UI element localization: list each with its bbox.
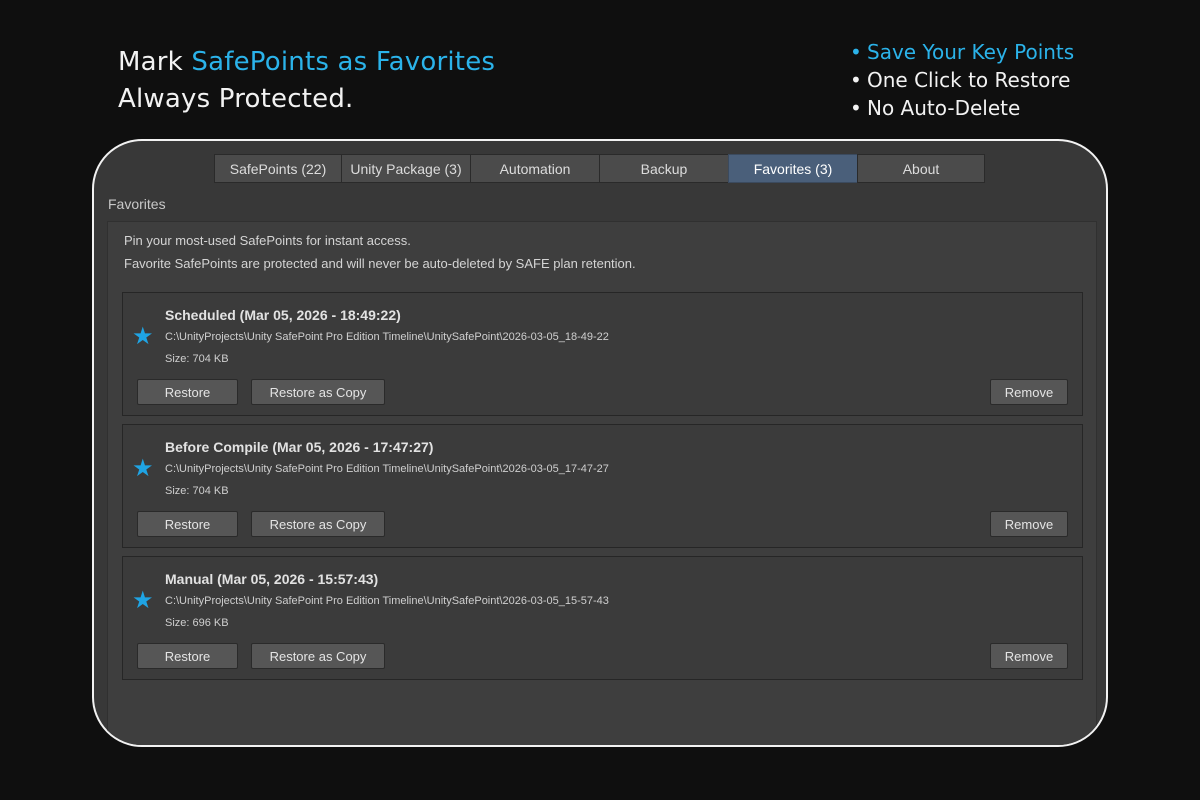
feature-bullet: • Save Your Key Points <box>850 38 1074 66</box>
restore-button[interactable]: Restore <box>137 511 238 537</box>
tab-backup[interactable]: Backup <box>599 154 728 183</box>
restore-button[interactable]: Restore <box>137 643 238 669</box>
tab-automation[interactable]: Automation <box>470 154 599 183</box>
tab-about[interactable]: About <box>857 154 985 183</box>
star-icon[interactable]: ★ <box>132 456 156 480</box>
feature-bullets: • Save Your Key Points • One Click to Rest… <box>850 38 1074 122</box>
headline-accent: SafePoints as Favorites <box>191 47 496 77</box>
restore-as-copy-button[interactable]: Restore as Copy <box>251 643 385 669</box>
bullet-icon: • <box>850 96 862 120</box>
favorite-card: ★ Scheduled (Mar 05, 2026 - 18:49:22) C:… <box>122 292 1083 416</box>
description-line2: Favorite SafePoints are protected and wi… <box>124 256 636 271</box>
tab-safepoints[interactable]: SafePoints (22) <box>214 154 341 183</box>
section-title: Favorites <box>108 196 166 212</box>
favorites-panel: Pin your most-used SafePoints for instan… <box>107 221 1097 745</box>
star-icon[interactable]: ★ <box>132 324 156 348</box>
favorite-card: ★ Before Compile (Mar 05, 2026 - 17:47:2… <box>122 424 1083 548</box>
marketing-headline: Mark SafePoints as Favorites Always Prot… <box>118 44 495 118</box>
restore-button[interactable]: Restore <box>137 379 238 405</box>
remove-button[interactable]: Remove <box>990 643 1068 669</box>
remove-button[interactable]: Remove <box>990 379 1068 405</box>
tab-unity-package[interactable]: Unity Package (3) <box>341 154 470 183</box>
favorite-title: Before Compile (Mar 05, 2026 - 17:47:27) <box>165 439 434 455</box>
bullet-icon: • <box>850 68 862 92</box>
bullet-text: Save Your Key Points <box>867 40 1075 64</box>
feature-bullet: • One Click to Restore <box>850 66 1074 94</box>
favorite-path: C:\UnityProjects\Unity SafePoint Pro Edi… <box>165 595 609 607</box>
favorite-card: ★ Manual (Mar 05, 2026 - 15:57:43) C:\Un… <box>122 556 1083 680</box>
headline-line2: Always Protected. <box>118 84 354 114</box>
tab-bar: SafePoints (22) Unity Package (3) Automa… <box>214 154 985 183</box>
favorite-title: Scheduled (Mar 05, 2026 - 18:49:22) <box>165 307 401 323</box>
bullet-text: One Click to Restore <box>867 68 1071 92</box>
star-icon[interactable]: ★ <box>132 588 156 612</box>
bullet-icon: • <box>850 40 862 64</box>
favorite-title: Manual (Mar 05, 2026 - 15:57:43) <box>165 571 379 587</box>
restore-as-copy-button[interactable]: Restore as Copy <box>251 379 385 405</box>
favorite-path: C:\UnityProjects\Unity SafePoint Pro Edi… <box>165 331 609 343</box>
restore-as-copy-button[interactable]: Restore as Copy <box>251 511 385 537</box>
favorite-size: Size: 704 KB <box>165 485 229 497</box>
feature-bullet: • No Auto-Delete <box>850 94 1074 122</box>
headline-prefix: Mark <box>118 47 192 77</box>
favorite-size: Size: 704 KB <box>165 353 229 365</box>
app-window: SafePoints (22) Unity Package (3) Automa… <box>92 139 1108 747</box>
description-line1: Pin your most-used SafePoints for instan… <box>124 233 411 248</box>
remove-button[interactable]: Remove <box>990 511 1068 537</box>
tab-favorites[interactable]: Favorites (3) <box>728 154 857 183</box>
favorite-size: Size: 696 KB <box>165 617 229 629</box>
bullet-text: No Auto-Delete <box>867 96 1021 120</box>
favorite-path: C:\UnityProjects\Unity SafePoint Pro Edi… <box>165 463 609 475</box>
